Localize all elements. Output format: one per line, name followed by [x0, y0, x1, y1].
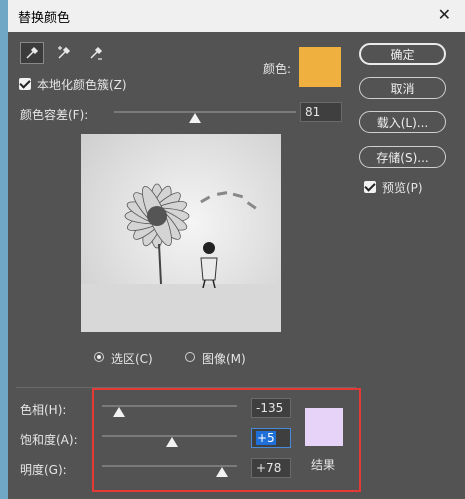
color-label: 颜色: [263, 62, 292, 76]
replace-color-dialog: 替换颜色 ✕ 颜色: 本地化颜色簇(Z) 颜色容差(F): 81 确定 取消 载… [8, 0, 465, 499]
fuzziness-slider-track[interactable] [114, 111, 296, 113]
eyedropper-icon[interactable] [20, 42, 44, 64]
eyedropper-minus-icon[interactable] [84, 42, 108, 64]
save-button[interactable]: 存储(S)... [359, 146, 446, 168]
selection-preview-image [81, 134, 281, 332]
view-image-label: 图像(M) [202, 352, 246, 366]
close-icon[interactable]: ✕ [438, 5, 451, 24]
fuzziness-label: 颜色容差(F): [20, 108, 89, 122]
fuzziness-input[interactable]: 81 [300, 102, 342, 122]
highlight-annotation-box [92, 388, 361, 492]
preview-checkbox[interactable] [364, 181, 376, 193]
load-button[interactable]: 载入(L)... [359, 111, 446, 133]
localized-clusters-label: 本地化颜色簇(Z) [37, 78, 127, 92]
view-image-radio[interactable] [185, 352, 195, 362]
localized-clusters-checkbox[interactable] [19, 78, 31, 90]
hue-label: 色相(H): [20, 403, 67, 417]
ok-button[interactable]: 确定 [359, 43, 446, 65]
title-bar: 替换颜色 ✕ [8, 0, 465, 32]
fuzziness-slider-thumb[interactable] [188, 113, 201, 123]
saturation-label: 饱和度(A): [20, 433, 78, 447]
preview-label: 预览(P) [382, 181, 423, 195]
eyedropper-plus-icon[interactable] [52, 42, 76, 64]
target-color-swatch[interactable] [299, 47, 341, 87]
view-selection-label: 选区(C) [111, 352, 153, 366]
background-window-edge [0, 0, 8, 499]
cancel-button[interactable]: 取消 [359, 77, 446, 99]
dialog-title: 替换颜色 [18, 11, 71, 26]
view-selection-radio[interactable] [94, 352, 104, 362]
lightness-label: 明度(G): [20, 463, 67, 477]
